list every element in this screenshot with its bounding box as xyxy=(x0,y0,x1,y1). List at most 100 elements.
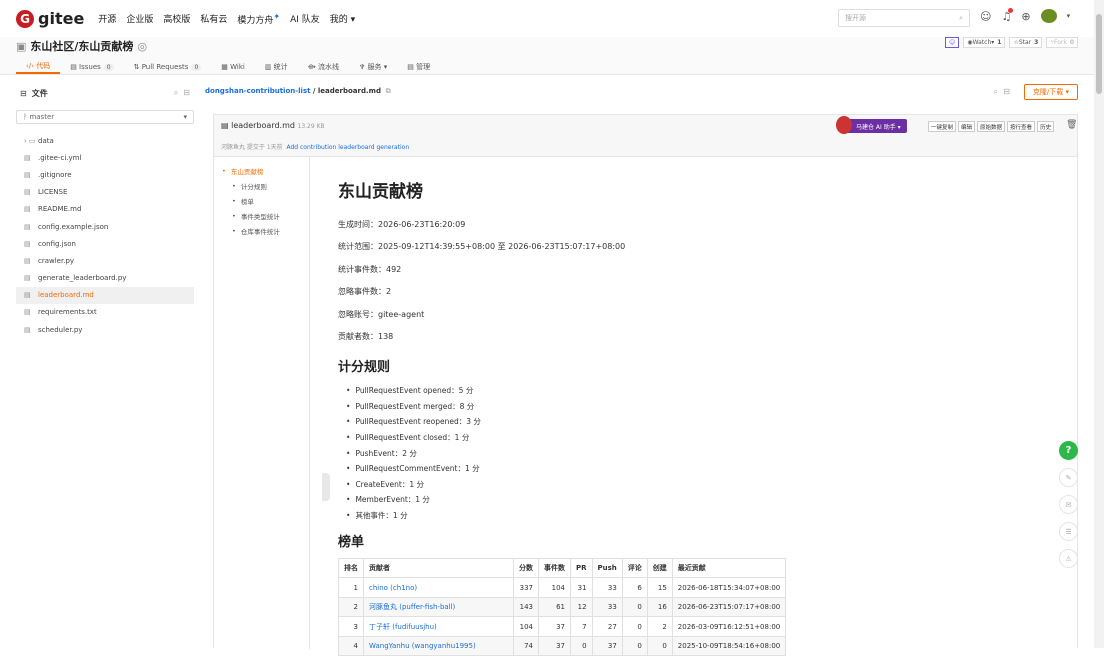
warning-icon[interactable]: ⚠ xyxy=(1059,549,1078,568)
file-tree-item[interactable]: ▤ config.example.json xyxy=(16,218,194,235)
tab-pull-requests[interactable]: ⇅ Pull Requests 0 xyxy=(124,60,212,74)
star-button[interactable]: ☆ Star 3 xyxy=(1009,37,1043,48)
ai-assistant-button[interactable]: 马建仓 AI 助手 ▾ xyxy=(836,116,907,134)
copy-icon[interactable]: ⧉ xyxy=(383,87,391,95)
nav-private-cloud[interactable]: 私有云 xyxy=(200,12,227,25)
list-icon[interactable]: ☰ xyxy=(1059,522,1078,541)
panel-icon[interactable]: ⊟ xyxy=(1003,87,1010,96)
doc-meta: 贡献者数：138 xyxy=(338,332,394,342)
search-icon[interactable]: ⌕ xyxy=(174,88,178,97)
nav-education[interactable]: 高校版 xyxy=(163,12,190,25)
copy-all-button[interactable]: 一键复制 xyxy=(928,121,957,132)
file-icon: ▤ xyxy=(24,291,31,300)
cell-contributor[interactable]: WangYanhu (wangyanhu1995) xyxy=(363,635,514,656)
table-header-row: 排名 贡献者 分数 事件数 PR Push 评论 创建 最近贡献 xyxy=(338,558,787,579)
file-icon: ▤ xyxy=(24,325,31,334)
branch-select[interactable]: ᚹ master ▾ xyxy=(16,110,194,124)
repo-title-text[interactable]: 东山社区/东山贡献榜 xyxy=(30,38,133,54)
toc-item[interactable]: 榜单 xyxy=(222,193,309,208)
file-tree-item[interactable]: ▤ .gitee-ci.yml xyxy=(16,149,194,166)
toc-item[interactable]: 事件类型统计 xyxy=(222,208,309,223)
file-tree-item-active[interactable]: ▤ leaderboard.md xyxy=(16,286,194,304)
help-button[interactable]: ? xyxy=(1059,441,1078,460)
cell-contributor[interactable]: 丁子轩 (fudifuusjhu) xyxy=(363,616,514,637)
file-size: 13.29 KB xyxy=(297,123,325,130)
edit-icon[interactable]: ✎ xyxy=(1059,468,1078,487)
collapse-icon[interactable]: ⊟ xyxy=(183,88,190,97)
branch-name: master xyxy=(29,113,55,121)
file-name: leaderboard.md xyxy=(38,291,94,300)
avatar[interactable] xyxy=(1040,9,1057,23)
pipeline-icon: ⟴ xyxy=(307,63,318,71)
history-button[interactable]: 历史 xyxy=(1037,121,1055,132)
cell-contributor[interactable]: 河豚鱼丸 (puffer-fish-ball) xyxy=(363,596,514,618)
leaderboard-table: 排名 贡献者 分数 事件数 PR Push 评论 创建 最近贡献 1 chino… xyxy=(338,558,787,656)
cell-pr: 0 xyxy=(570,635,593,656)
clone-download-button[interactable]: 克隆/下载 ▾ xyxy=(1023,84,1078,100)
cell-rank: 3 xyxy=(338,616,364,637)
file-viewer: ▤ leaderboard.md 13.29 KB 河豚鱼丸 提交于 1天前 A… xyxy=(213,114,1078,656)
file-icon: ▤ xyxy=(24,222,31,231)
tab-services[interactable]: ♆ 服务 ▾ xyxy=(349,60,397,74)
rule-item: CreateEvent：1 分 xyxy=(346,477,1078,493)
file-icon: ▤ xyxy=(221,121,232,130)
page-scrollbar[interactable] xyxy=(1094,0,1104,648)
tab-manage[interactable]: ▤ 管理 xyxy=(397,60,440,74)
file-tree-item[interactable]: ▤ crawler.py xyxy=(16,252,194,269)
search-icon: ⌕ xyxy=(959,13,963,22)
robot-icon[interactable]: ☺ xyxy=(980,10,991,23)
commit-meta: 河豚鱼丸 提交于 1天前 xyxy=(221,144,283,151)
toc-collapse-handle[interactable] xyxy=(322,473,330,501)
nav-mine[interactable]: 我的 ▾ xyxy=(330,12,355,25)
markdown-body: 东山贡献榜 生成时间：2026-06-23T16:20:09 统计范围：2025… xyxy=(338,157,1078,656)
raw-button[interactable]: 原始数据 xyxy=(977,121,1006,132)
main-toolbar: ⌕ ⊟ 克隆/下载 ▾ xyxy=(994,84,1078,100)
tab-stats[interactable]: ▥ 统计 xyxy=(255,60,298,74)
nav-enterprise[interactable]: 企业版 xyxy=(126,12,153,25)
toc-item[interactable]: 仓库事件统计 xyxy=(222,223,309,238)
file-tree-item[interactable]: ▤ LICENSE xyxy=(16,184,194,201)
nav-open-source[interactable]: 开源 xyxy=(98,12,116,25)
nav-moli-fangzhou[interactable]: 模力方舟✦ xyxy=(237,12,280,26)
cell-contributor[interactable]: chino (ch1no) xyxy=(363,577,514,598)
file-name: config.example.json xyxy=(38,222,109,231)
col-latest: 最近贡献 xyxy=(671,558,787,579)
search-icon[interactable]: ⌕ xyxy=(994,87,998,96)
fork-button[interactable]: ⑂ Fork 0 xyxy=(1046,37,1078,48)
cell-score: 143 xyxy=(513,596,539,618)
chevron-down-icon[interactable]: ▾ xyxy=(1067,12,1071,20)
file-tree-item[interactable]: ▤ .gitignore xyxy=(16,166,194,183)
search-input[interactable]: 搜开源 ⌕ xyxy=(838,9,970,27)
tab-stats-label: 统计 xyxy=(273,63,288,71)
file-tree-item[interactable]: › ▭ data xyxy=(16,132,194,149)
file-icon: ▤ xyxy=(24,170,31,179)
mail-icon[interactable]: ✉ xyxy=(1059,495,1078,514)
scrollbar-thumb[interactable] xyxy=(1096,14,1102,94)
file-tree-item[interactable]: ▤ config.json xyxy=(16,235,194,252)
robot-toggle-button[interactable]: ☺ xyxy=(945,37,960,48)
tab-issues[interactable]: ▤ Issues 0 xyxy=(60,60,123,74)
watch-button[interactable]: ◉ Watch ▾ 1 xyxy=(963,37,1006,48)
toc-item[interactable]: 计分规则 xyxy=(222,178,309,193)
plus-circle-icon[interactable]: ⊕ xyxy=(1021,10,1030,23)
breadcrumb-repo[interactable]: dongshan-contribution-list xyxy=(205,87,310,95)
col-pr: PR xyxy=(570,558,593,579)
repo-tabs: ‹/› 代码 ▤ Issues 0 ⇅ Pull Requests 0 ▦ Wiki… xyxy=(16,60,440,74)
bell-icon[interactable]: ♫ xyxy=(1001,7,1014,23)
trash-icon[interactable]: 🗑 xyxy=(1066,120,1077,130)
commit-message[interactable]: Add contribution leaderboard generation xyxy=(286,144,409,151)
services-icon: ♆ xyxy=(359,63,368,71)
gitee-logo[interactable]: G gitee xyxy=(16,9,84,28)
blame-button[interactable]: 按行查看 xyxy=(1007,121,1036,132)
file-tree-item[interactable]: ▤ generate_leaderboard.py xyxy=(16,270,194,287)
tab-code[interactable]: ‹/› 代码 xyxy=(16,60,61,74)
edit-button[interactable]: 编辑 xyxy=(958,121,976,132)
rule-item: MemberEvent：1 分 xyxy=(346,492,1078,508)
file-tree-item[interactable]: ▤ requirements.txt xyxy=(16,304,194,321)
tab-pipeline[interactable]: ⟴ 流水线 xyxy=(298,60,349,74)
toc-item[interactable]: 东山贡献榜 xyxy=(222,163,309,178)
tab-wiki[interactable]: ▦ Wiki xyxy=(211,60,255,74)
file-tree-item[interactable]: ▤ README.md xyxy=(16,201,194,218)
file-tree-item[interactable]: ▤ scheduler.py xyxy=(16,321,194,338)
nav-ai-teammate[interactable]: AI 队友 xyxy=(290,12,320,25)
